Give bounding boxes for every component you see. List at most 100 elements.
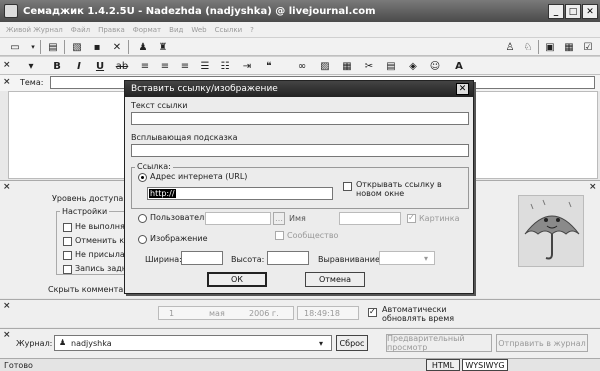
save-icon[interactable]: ▪ [90,40,104,54]
community-checkbox[interactable] [275,231,284,240]
width-input[interactable] [181,251,223,265]
browse-button[interactable]: … [273,212,285,225]
tooltip-input[interactable] [131,144,469,157]
align-center-icon[interactable]: ≡ [158,59,172,73]
image-radio-label: Изображение [150,234,208,243]
height-input[interactable] [267,251,309,265]
picture-checkbox[interactable]: ✓ [407,213,416,223]
underline-icon[interactable]: U [93,59,107,73]
date-input[interactable]: 1 мая 2006 г. [158,306,294,320]
user-input[interactable] [205,212,271,225]
bold-icon[interactable]: B [50,59,64,73]
name-input[interactable] [339,212,401,225]
minimize-button[interactable]: _ [548,4,564,19]
menu-edit[interactable]: Правка [98,26,125,34]
numbered-list-icon[interactable]: ☷ [218,59,232,73]
journal-select[interactable]: ♟ nadjyshka ▾ [54,335,332,351]
menu-help[interactable]: ? [250,26,254,34]
picture-label: Картинка [419,214,460,223]
status-bar: Готово HTML WYSIWYG [0,358,600,371]
close-icon[interactable]: × [589,182,597,192]
option-checkbox[interactable] [63,237,72,246]
reset-button[interactable]: Сброс [336,335,368,351]
align-right-icon[interactable]: ≡ [178,59,192,73]
tab-wysiwyg[interactable]: WYSIWYG [462,359,508,371]
new-doc-icon[interactable]: ▭ [8,40,22,54]
window-icon[interactable]: ▣ [543,40,557,54]
align-label: Выравнивание: [318,255,383,264]
close-icon[interactable]: × [3,301,11,311]
calendar-icon[interactable]: ▦ [562,40,576,54]
cancel-button[interactable]: Отмена [305,272,365,287]
insert-link-dialog: Вставить ссылку/изображение ✕ Текст ссыл… [124,80,474,294]
open-icon[interactable]: ▤ [46,40,60,54]
italic-icon[interactable]: I [72,59,86,73]
color-icon[interactable]: ◈ [406,59,420,73]
option-checkbox[interactable] [63,223,72,232]
delete-icon[interactable]: ✕ [110,40,124,54]
dialog-title-bar: Вставить ссылку/изображение ✕ [125,81,473,97]
font-color-icon[interactable]: A [452,59,466,73]
quote-icon[interactable]: ❝ [262,59,276,73]
community-icon[interactable]: ♜ [156,40,170,54]
chevron-down-icon: ▾ [424,254,429,263]
tab-html[interactable]: HTML [426,359,460,371]
status-text: Готово [4,361,33,370]
close-icon[interactable]: × [3,330,11,340]
menu-bar: Живой Журнал Файл Правка Формат Вид Web … [0,22,600,37]
close-icon[interactable]: × [3,60,11,70]
option-checkbox[interactable] [63,251,72,260]
align-left-icon[interactable]: ≡ [138,59,152,73]
menu-file[interactable]: Файл [71,26,90,34]
image-radio[interactable] [138,235,147,244]
menu-livejournal[interactable]: Живой Журнал [6,26,63,34]
friends-icon[interactable]: ♙ [503,40,517,54]
indent-icon[interactable]: ⇥ [240,59,254,73]
auto-time-checkbox[interactable]: ✓ [368,307,377,317]
url-input[interactable]: http:// [147,187,333,200]
option-checkbox[interactable] [63,265,72,274]
checklist-icon[interactable]: ☑ [581,40,595,54]
ok-button[interactable]: ОК [207,272,267,287]
dropdown-icon[interactable]: ▾ [26,40,40,54]
cut-icon[interactable]: ✂ [362,59,376,73]
journal-row: × Журнал: ♟ nadjyshka ▾ Сброс Предварите… [0,328,600,358]
journal-label: Журнал: [16,339,53,348]
table-icon[interactable]: ▦ [340,59,354,73]
app-icon [4,4,18,18]
menu-links[interactable]: Ссылки [215,26,243,34]
menu-view[interactable]: Вид [169,26,183,34]
menu-format[interactable]: Формат [133,26,161,34]
align-select[interactable]: ▾ [379,251,435,265]
link-icon[interactable]: ∞ [295,59,309,73]
new-window-checkbox[interactable] [343,182,352,191]
friends-list-icon[interactable]: ♘ [521,40,535,54]
url-radio[interactable] [138,173,147,182]
time-input[interactable]: 18:49:18 [297,306,359,320]
title-bar: Семаджик 1.4.2.5U - Nadezhda (nadjyshka)… [0,0,600,22]
link-group-label: Ссылка: [135,162,173,171]
user-radio-label: Пользователь [150,213,209,222]
user-icon[interactable]: ♟ [136,40,150,54]
preview-button[interactable]: Предварительный просмотр [386,334,492,352]
open-folder-icon[interactable]: ▧ [70,40,84,54]
maximize-button[interactable]: □ [565,4,581,19]
url-value: http:// [149,189,176,198]
close-icon[interactable]: × [3,77,11,87]
close-window-button[interactable]: ✕ [582,4,598,19]
poll-icon[interactable]: ▤ [384,59,398,73]
umbrella-icon [524,199,580,260]
image-icon[interactable]: ▨ [318,59,332,73]
smile-icon[interactable]: ☺ [428,59,442,73]
format-toolbar: × ▾ B I U ab ≡ ≡ ≡ ☰ ☷ ⇥ ❝ ∞ ▨ ▦ ✂ ▤ ◈ ☺… [0,56,600,75]
menu-web[interactable]: Web [191,26,206,34]
width-label: Ширина: [145,255,182,264]
user-radio[interactable] [138,214,147,223]
link-text-input[interactable] [131,112,469,125]
strike-icon[interactable]: ab [115,59,129,73]
send-button[interactable]: Отправить в журнал [496,334,588,352]
dialog-close-button[interactable]: ✕ [456,83,469,95]
bullet-list-icon[interactable]: ☰ [198,59,212,73]
font-size-dropdown[interactable]: ▾ [24,59,38,73]
close-icon[interactable]: × [3,182,11,192]
